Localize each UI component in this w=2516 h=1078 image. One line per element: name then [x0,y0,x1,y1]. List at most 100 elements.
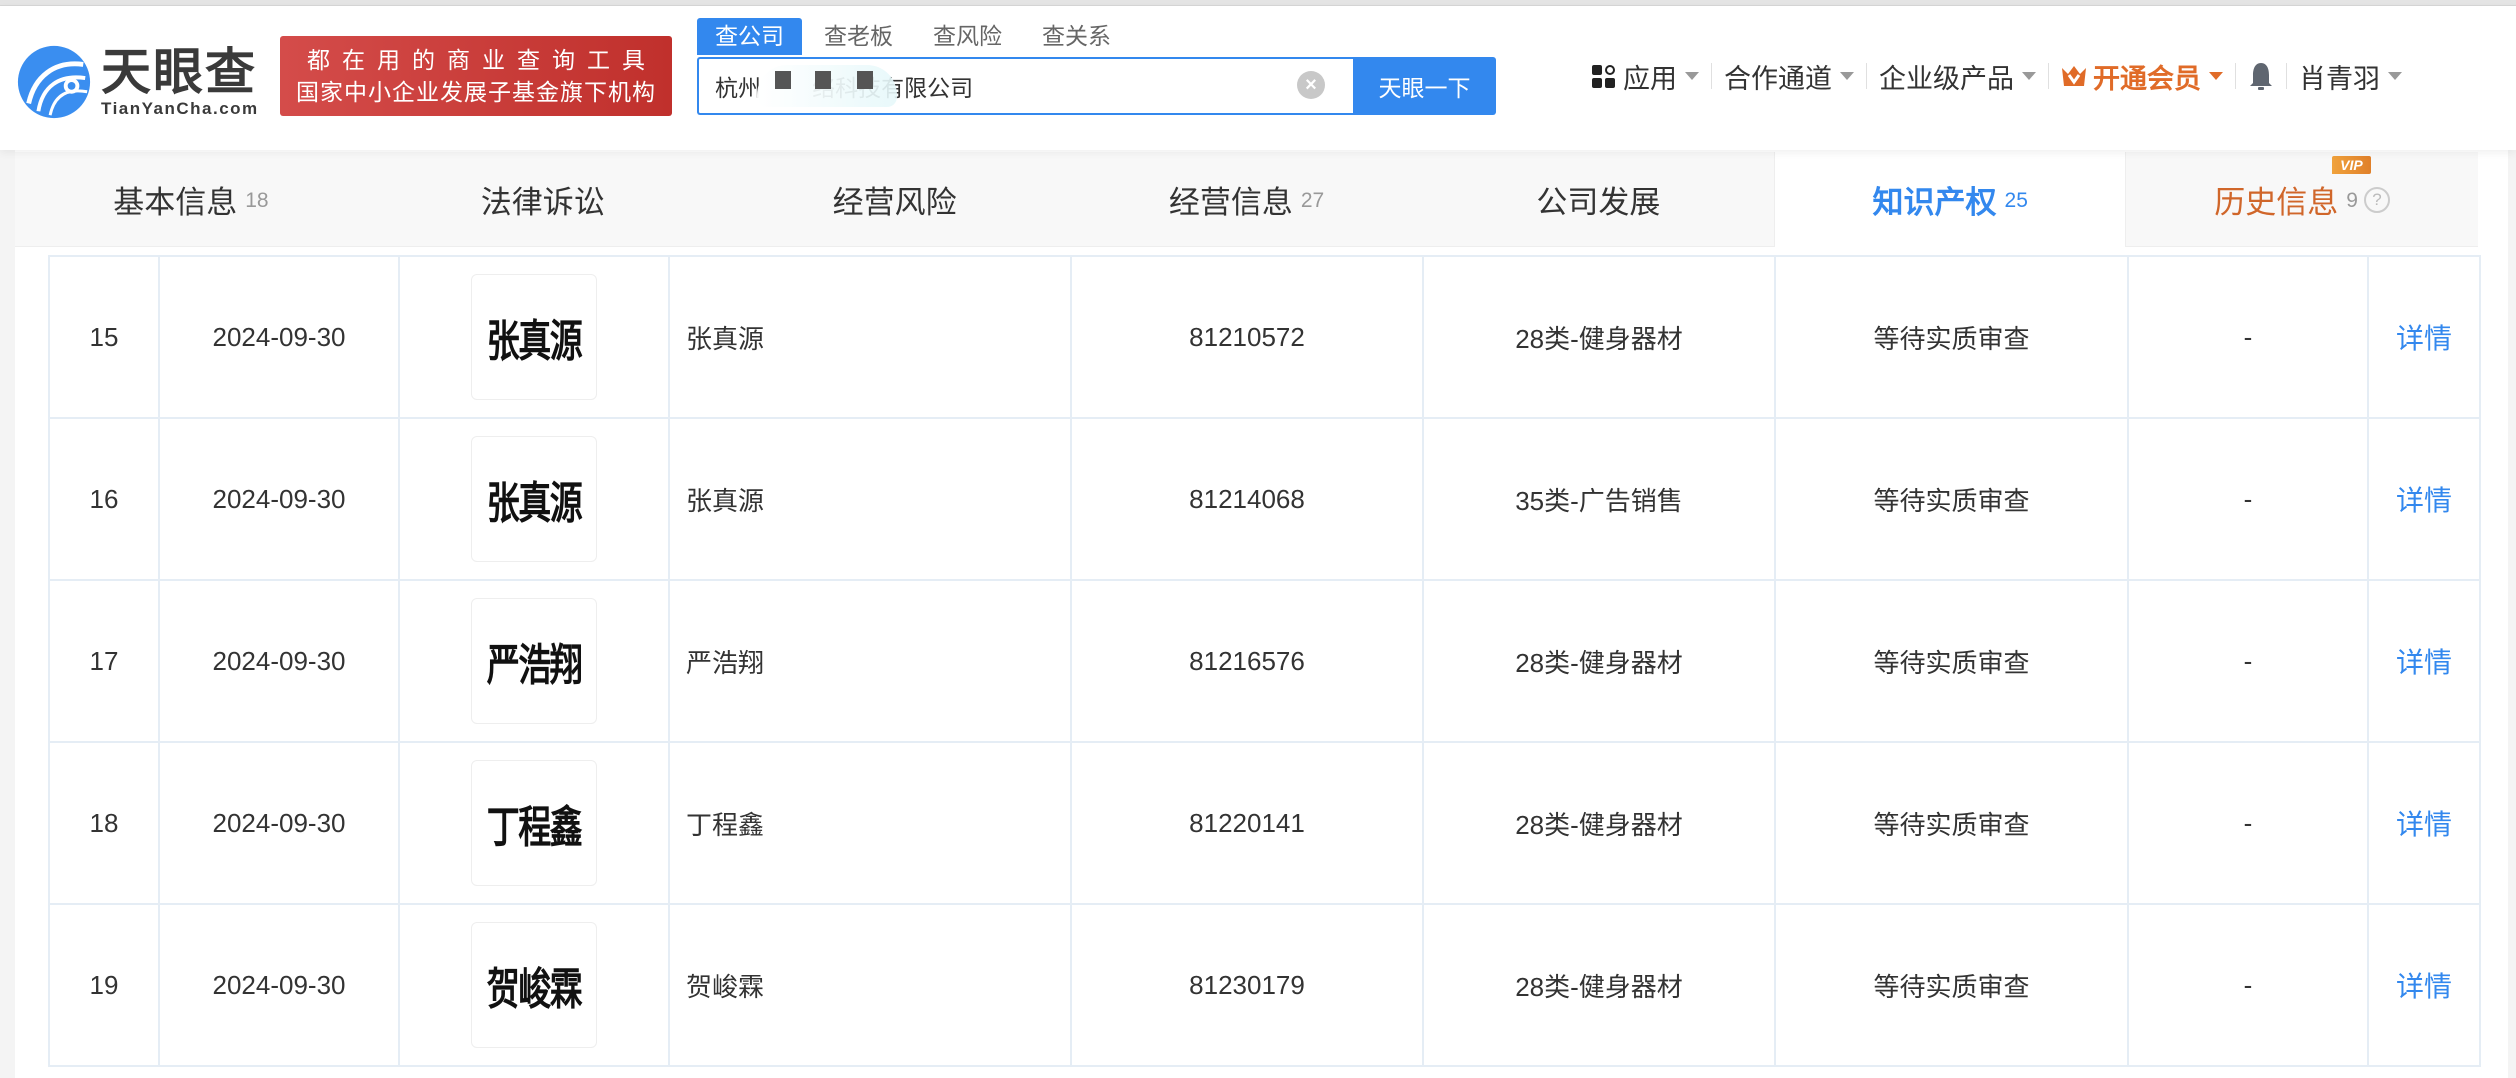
trademark-name: 严浩翔 [668,579,1072,743]
site-header: 天眼查 TianYanCha.com 都在用的商业查询工具 国家中小企业发展子基… [0,6,2516,150]
detail-link[interactable]: 详情 [2396,485,2452,516]
trademark-image-cell: 张真源 [398,417,670,581]
tab-operating-risk[interactable]: 经营风险 [719,152,1071,247]
top-nav: 应用 合作通道 企业级产品 开通会员 肖青羽 [1580,54,2414,98]
trademark-image-text: 张真源 [486,316,583,367]
chevron-down-icon [2022,72,2036,80]
tab-operating-info[interactable]: 经营信息 27 [1071,152,1423,247]
international-class: 28类-健身器材 [1422,903,1776,1067]
tab-count: 25 [2004,188,2028,212]
application-date: 2024-09-30 [158,579,400,743]
trademark-image[interactable]: 贺峻霖 [471,922,597,1048]
page-scrollbar[interactable] [2508,150,2516,1078]
logo-domain: TianYanCha.com [101,99,259,118]
nav-apps[interactable]: 应用 [1580,54,1711,98]
apps-grid-icon [1592,64,1615,88]
search-tab-risk[interactable]: 查风险 [915,18,1020,55]
bell-icon [2250,63,2272,90]
trademark-name: 张真源 [668,417,1072,581]
trademark-image[interactable]: 张真源 [471,274,597,400]
table-row: 19 2024-09-30 贺峻霖 贺峻霖 81230179 28类-健身器材 … [48,903,2481,1067]
vip-badge: VIP [2332,156,2371,174]
trademark-image[interactable]: 张真源 [471,436,597,562]
extra-field: - [2127,255,2369,419]
clear-icon[interactable]: × [1297,71,1325,99]
international-class: 35类-广告销售 [1422,417,1776,581]
nav-vip[interactable]: 开通会员 [2049,54,2235,98]
help-icon[interactable]: ? [2363,186,2390,213]
chevron-down-icon [1840,72,1854,80]
search-box: × 天眼一下 [697,57,1496,115]
international-class: 28类-健身器材 [1422,255,1776,419]
trademark-status: 等待实质审查 [1774,741,2129,905]
table-row: 16 2024-09-30 张真源 张真源 81214068 35类-广告销售 … [48,417,2481,581]
nav-vip-label: 开通会员 [2093,63,2201,94]
detail-link[interactable]: 详情 [2396,971,2452,1002]
trademark-table: 15 2024-09-30 张真源 张真源 81210572 28类-健身器材 … [48,255,2481,1067]
slogan-line-1: 都在用的商业查询工具 [307,47,657,73]
application-date: 2024-09-30 [158,417,400,581]
user-menu[interactable]: 肖青羽 [2287,54,2414,98]
registration-number: 81214068 [1070,417,1424,581]
tab-label: 经营信息 [1168,185,1293,220]
trademark-status: 等待实质审查 [1774,417,2129,581]
chevron-down-icon [2388,72,2402,80]
table-row: 18 2024-09-30 丁程鑫 丁程鑫 81220141 28类-健身器材 … [48,741,2481,905]
trademark-image-cell: 贺峻霖 [398,903,670,1067]
tab-history[interactable]: VIP 历史信息 9 ? [2126,152,2478,247]
application-date: 2024-09-30 [158,903,400,1067]
search-tab-boss[interactable]: 查老板 [806,18,911,55]
detail-link[interactable]: 详情 [2396,323,2452,354]
tab-development[interactable]: 公司发展 [1422,152,1774,247]
trademark-image-cell: 张真源 [398,255,670,419]
logo[interactable]: 天眼查 TianYanCha.com [15,40,270,124]
user-name: 肖青羽 [2299,63,2380,94]
registration-number: 81230179 [1070,903,1424,1067]
tab-label: 历史信息 [2214,185,2339,220]
trademark-name: 丁程鑫 [668,741,1072,905]
search-tab-company[interactable]: 查公司 [697,18,802,55]
tab-label: 知识产权 [1872,185,1997,220]
application-date: 2024-09-30 [158,255,400,419]
tab-count: 18 [245,188,269,212]
nav-partner-label: 合作通道 [1724,63,1832,94]
tab-label: 经营风险 [832,185,957,220]
detail-link[interactable]: 详情 [2396,647,2452,678]
table-row: 15 2024-09-30 张真源 张真源 81210572 28类-健身器材 … [48,255,2481,419]
tab-label: 公司发展 [1536,185,1661,220]
trademark-image[interactable]: 严浩翔 [471,598,597,724]
company-content: 基本信息 18 法律诉讼 经营风险 经营信息 27 公司发展 知识产权 25 VIP … [15,150,2508,1078]
trademark-image-text: 贺峻霖 [486,964,583,1015]
detail-cell: 详情 [2367,903,2481,1067]
tab-basic-info[interactable]: 基本信息 18 [15,152,367,247]
search-tab-relation[interactable]: 查关系 [1024,18,1129,55]
detail-cell: 详情 [2367,741,2481,905]
trademark-status: 等待实质审查 [1774,255,2129,419]
trademark-status: 等待实质审查 [1774,579,2129,743]
extra-field: - [2127,579,2369,743]
tab-label: 法律诉讼 [480,185,605,220]
detail-cell: 详情 [2367,255,2481,419]
nav-enterprise[interactable]: 企业级产品 [1867,54,2048,98]
slogan-banner: 都在用的商业查询工具 国家中小企业发展子基金旗下机构 [280,36,672,116]
detail-link[interactable]: 详情 [2396,809,2452,840]
extra-field: - [2127,903,2369,1067]
trademark-image-text: 严浩翔 [486,640,583,691]
logo-title: 天眼查 [101,43,257,101]
row-index: 17 [48,579,160,743]
trademark-name: 张真源 [668,255,1072,419]
row-index: 15 [48,255,160,419]
trademark-image[interactable]: 丁程鑫 [471,760,597,886]
nav-partner[interactable]: 合作通道 [1712,54,1866,98]
notifications-button[interactable] [2236,54,2286,98]
chevron-down-icon [2209,72,2223,80]
tab-intellectual-property[interactable]: 知识产权 25 [1774,152,2127,247]
detail-cell: 详情 [2367,579,2481,743]
search-button[interactable]: 天眼一下 [1353,57,1496,115]
slogan-line-2: 国家中小企业发展子基金旗下机构 [296,79,656,105]
row-index: 19 [48,903,160,1067]
trademark-name: 贺峻霖 [668,903,1072,1067]
redaction-mask [757,65,897,107]
tab-legal[interactable]: 法律诉讼 [367,152,719,247]
nav-enterprise-label: 企业级产品 [1879,63,2014,94]
